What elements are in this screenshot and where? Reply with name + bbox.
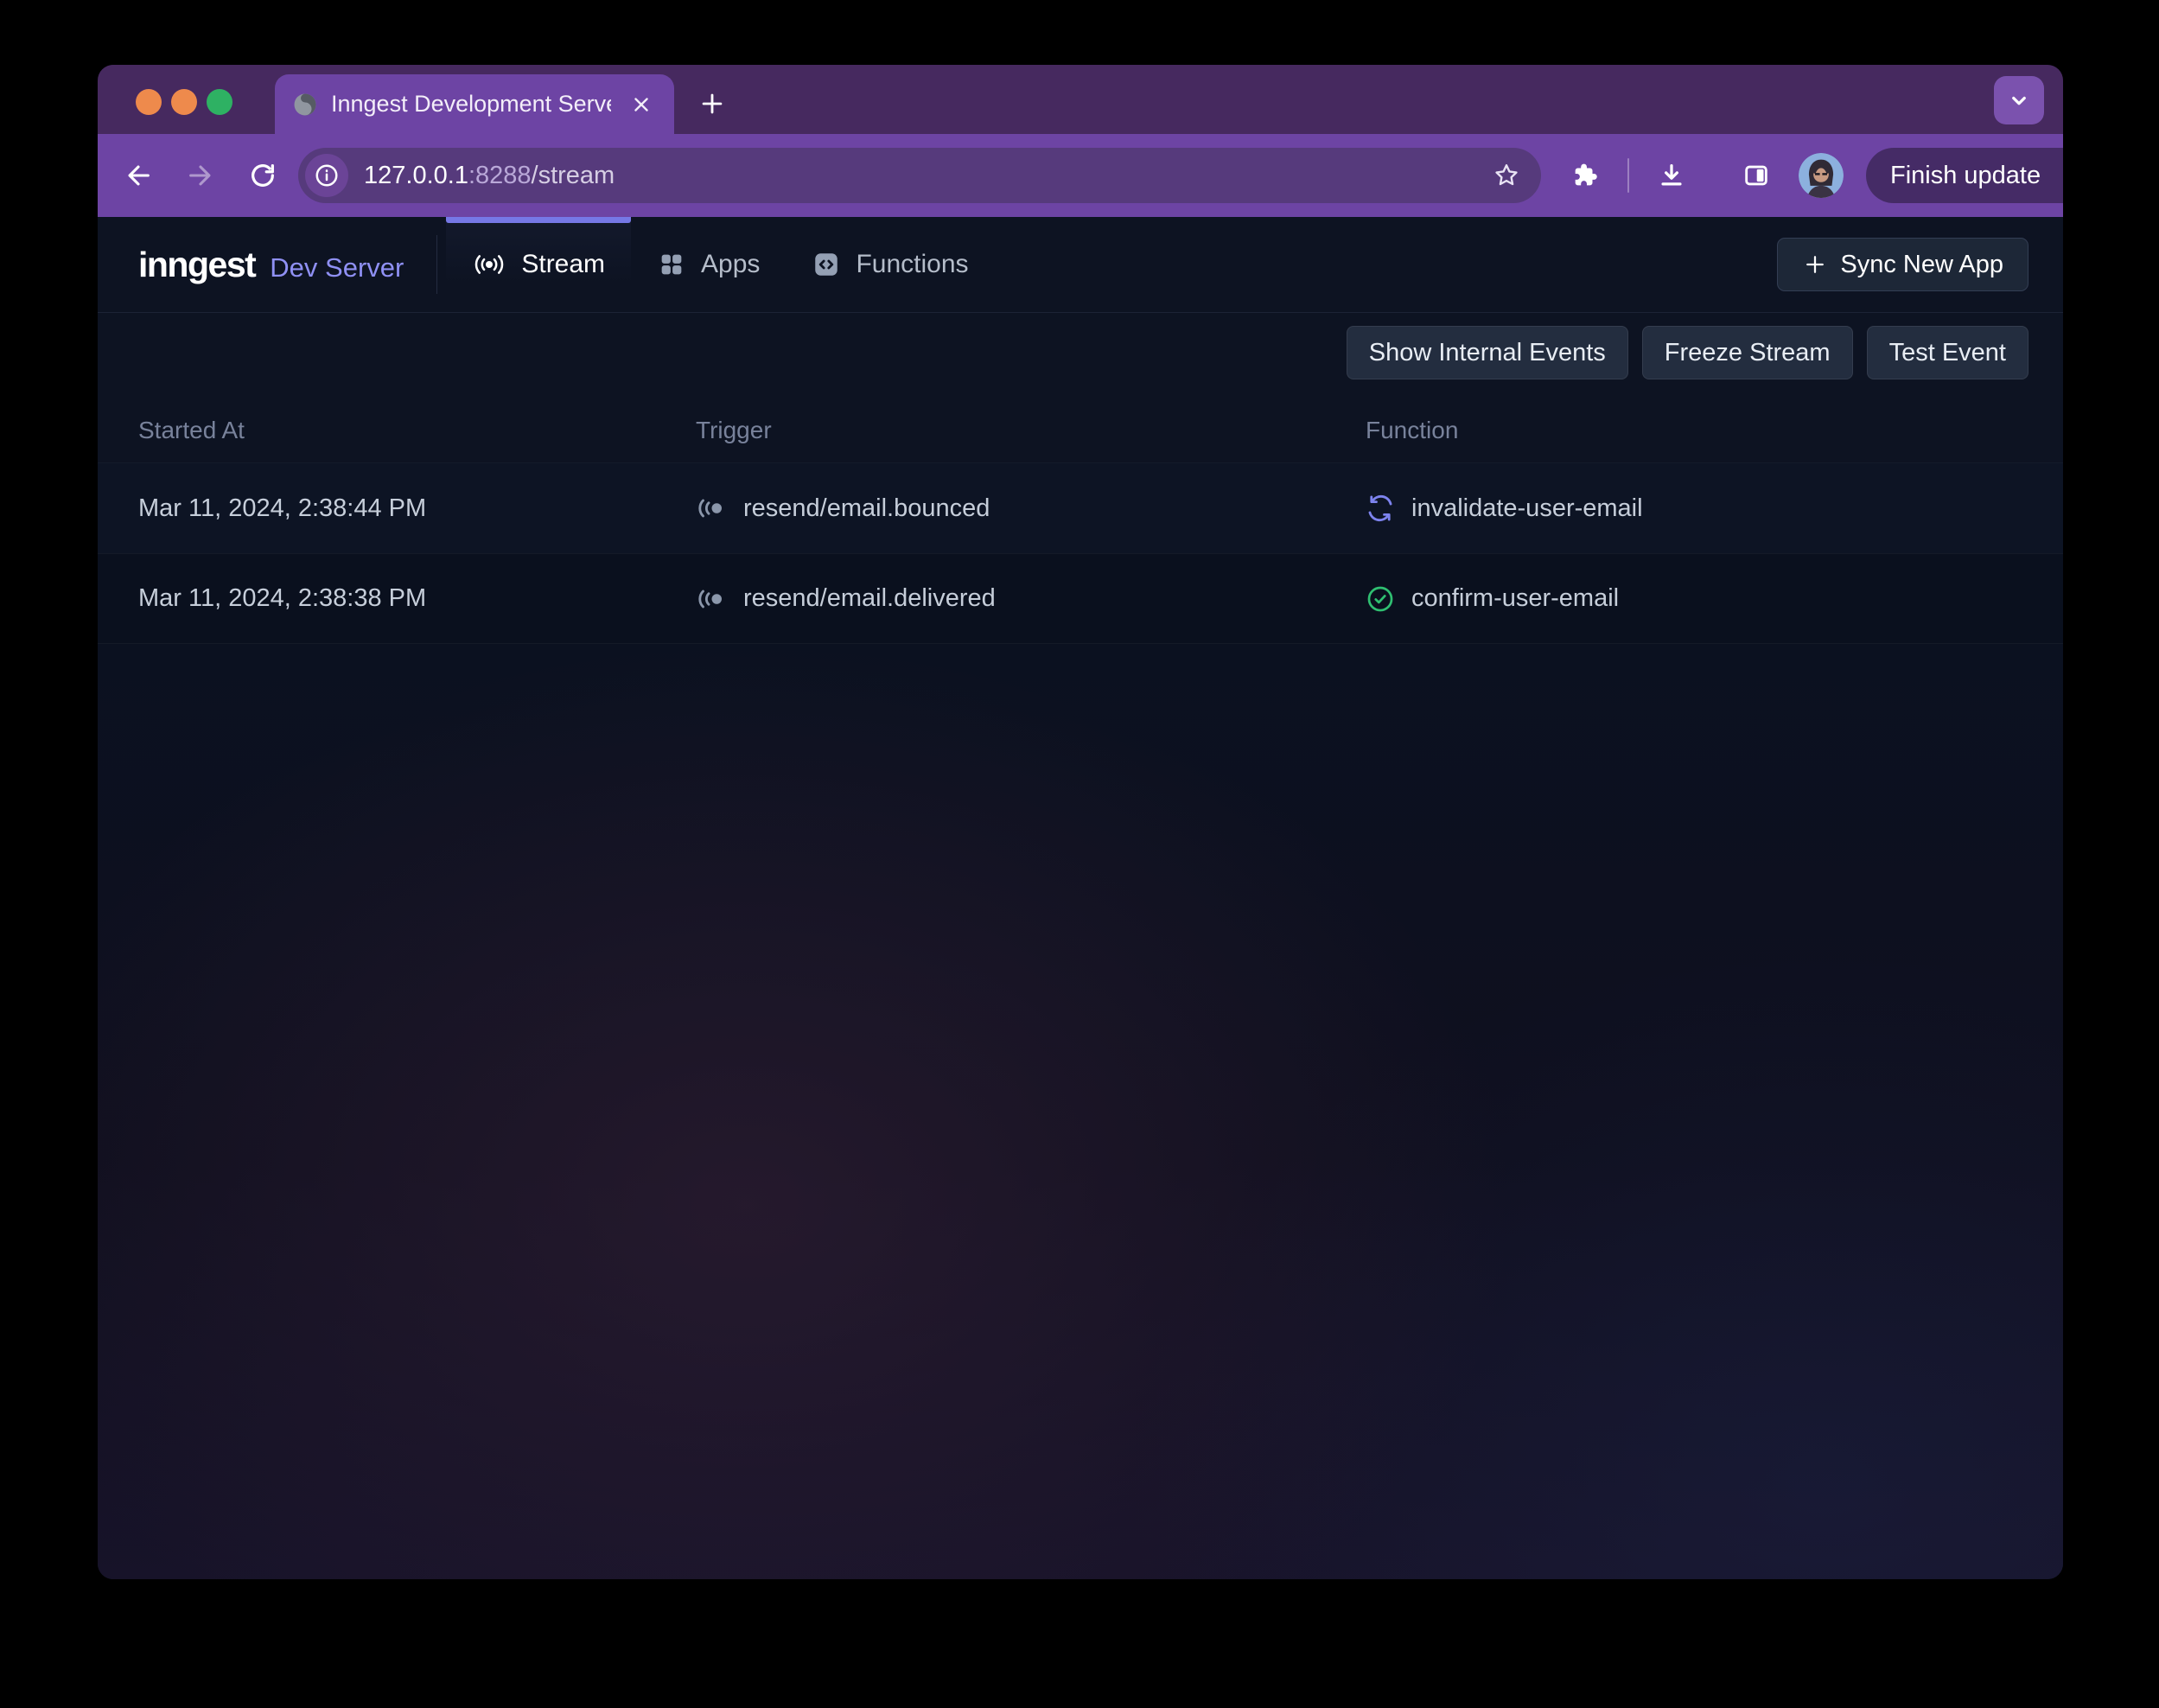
- url-host: 127.0.0.1: [364, 162, 468, 189]
- finish-update-button[interactable]: Finish update: [1866, 148, 2063, 203]
- running-refresh-icon: [1366, 494, 1395, 523]
- event-trigger-icon: [696, 495, 727, 521]
- browser-tab-strip: Inngest Development Server: [98, 65, 2063, 134]
- browser-tab[interactable]: Inngest Development Server: [275, 74, 674, 134]
- row-trigger: resend/email.bounced: [743, 494, 990, 523]
- test-event-button[interactable]: Test Event: [1867, 326, 2028, 379]
- empty-stream-canvas: [98, 644, 2063, 1579]
- side-panel-icon[interactable]: [1736, 156, 1776, 195]
- row-started-at: Mar 11, 2024, 2:38:38 PM: [138, 584, 696, 613]
- toolbar-divider: [1627, 158, 1629, 193]
- url-text: 127.0.0.1:8288/stream: [364, 162, 1472, 190]
- extensions-icon[interactable]: [1565, 156, 1605, 195]
- url-path: /stream: [532, 162, 615, 189]
- col-started-at: Started At: [138, 417, 696, 444]
- event-trigger-icon: [696, 586, 727, 612]
- minimize-window-button[interactable]: [171, 89, 197, 115]
- row-trigger: resend/email.delivered: [743, 584, 996, 613]
- stream-table-header: Started At Trigger Function: [98, 398, 2063, 462]
- brand: inngest Dev Server: [138, 245, 404, 285]
- stream-actions: Show Internal Events Freeze Stream Test …: [98, 313, 2063, 379]
- browser-window: Inngest Development Server: [98, 65, 2063, 1579]
- tab-apps-label: Apps: [701, 250, 760, 279]
- tab-search-chevron-button[interactable]: [1994, 76, 2044, 124]
- col-function: Function: [1366, 417, 2028, 444]
- inngest-dev-server-app: inngest Dev Server Stream: [98, 217, 2063, 1579]
- url-port: :8288: [468, 162, 532, 189]
- show-internal-events-button[interactable]: Show Internal Events: [1347, 326, 1628, 379]
- close-window-button[interactable]: [136, 89, 162, 115]
- header-divider: [436, 235, 437, 294]
- table-row[interactable]: Mar 11, 2024, 2:38:38 PM resend/email.de…: [98, 553, 2063, 644]
- row-function: confirm-user-email: [1411, 584, 1619, 613]
- inngest-logo: inngest: [138, 245, 255, 285]
- sync-new-app-button[interactable]: Sync New App: [1777, 238, 2028, 291]
- tab-stream-label: Stream: [521, 250, 605, 279]
- app-header: inngest Dev Server Stream: [98, 217, 2063, 313]
- new-tab-button[interactable]: [692, 84, 732, 124]
- sync-new-app-label: Sync New App: [1840, 251, 2003, 279]
- code-icon: [812, 250, 841, 279]
- profile-avatar[interactable]: [1799, 153, 1844, 198]
- table-row[interactable]: Mar 11, 2024, 2:38:44 PM resend/email.bo…: [98, 462, 2063, 553]
- back-icon[interactable]: [118, 156, 158, 195]
- finish-update-label: Finish update: [1890, 162, 2041, 190]
- forward-icon[interactable]: [181, 156, 220, 195]
- tab-apps[interactable]: Apps: [631, 217, 786, 312]
- reload-icon[interactable]: [243, 156, 283, 195]
- toolbar-right-cluster: Finish update: [1565, 148, 2063, 203]
- apps-grid-icon: [657, 250, 686, 279]
- app-nav: Stream Apps: [446, 217, 994, 312]
- zoom-window-button[interactable]: [207, 89, 232, 115]
- inngest-favicon-icon: [292, 92, 318, 118]
- col-trigger: Trigger: [696, 417, 1366, 444]
- dev-server-label: Dev Server: [270, 252, 404, 284]
- browser-toolbar: 127.0.0.1:8288/stream: [98, 134, 2063, 217]
- broadcast-icon: [472, 250, 506, 279]
- close-tab-icon[interactable]: [624, 87, 659, 122]
- stream-table: Started At Trigger Function Mar 11, 2024…: [98, 398, 2063, 644]
- downloads-icon[interactable]: [1652, 156, 1691, 195]
- address-bar[interactable]: 127.0.0.1:8288/stream: [298, 148, 1541, 203]
- site-info-icon[interactable]: [305, 154, 348, 197]
- completed-check-icon: [1366, 584, 1395, 614]
- window-controls: [136, 89, 232, 115]
- plus-icon: [1802, 252, 1828, 277]
- tab-title: Inngest Development Server: [331, 91, 611, 118]
- tab-functions[interactable]: Functions: [786, 217, 994, 312]
- row-started-at: Mar 11, 2024, 2:38:44 PM: [138, 494, 696, 523]
- freeze-stream-button[interactable]: Freeze Stream: [1642, 326, 1853, 379]
- tab-functions-label: Functions: [856, 250, 968, 279]
- row-function: invalidate-user-email: [1411, 494, 1643, 523]
- tab-stream[interactable]: Stream: [446, 217, 631, 312]
- bookmark-star-icon[interactable]: [1487, 156, 1525, 194]
- browser-menu-kebab-icon[interactable]: [2054, 158, 2063, 193]
